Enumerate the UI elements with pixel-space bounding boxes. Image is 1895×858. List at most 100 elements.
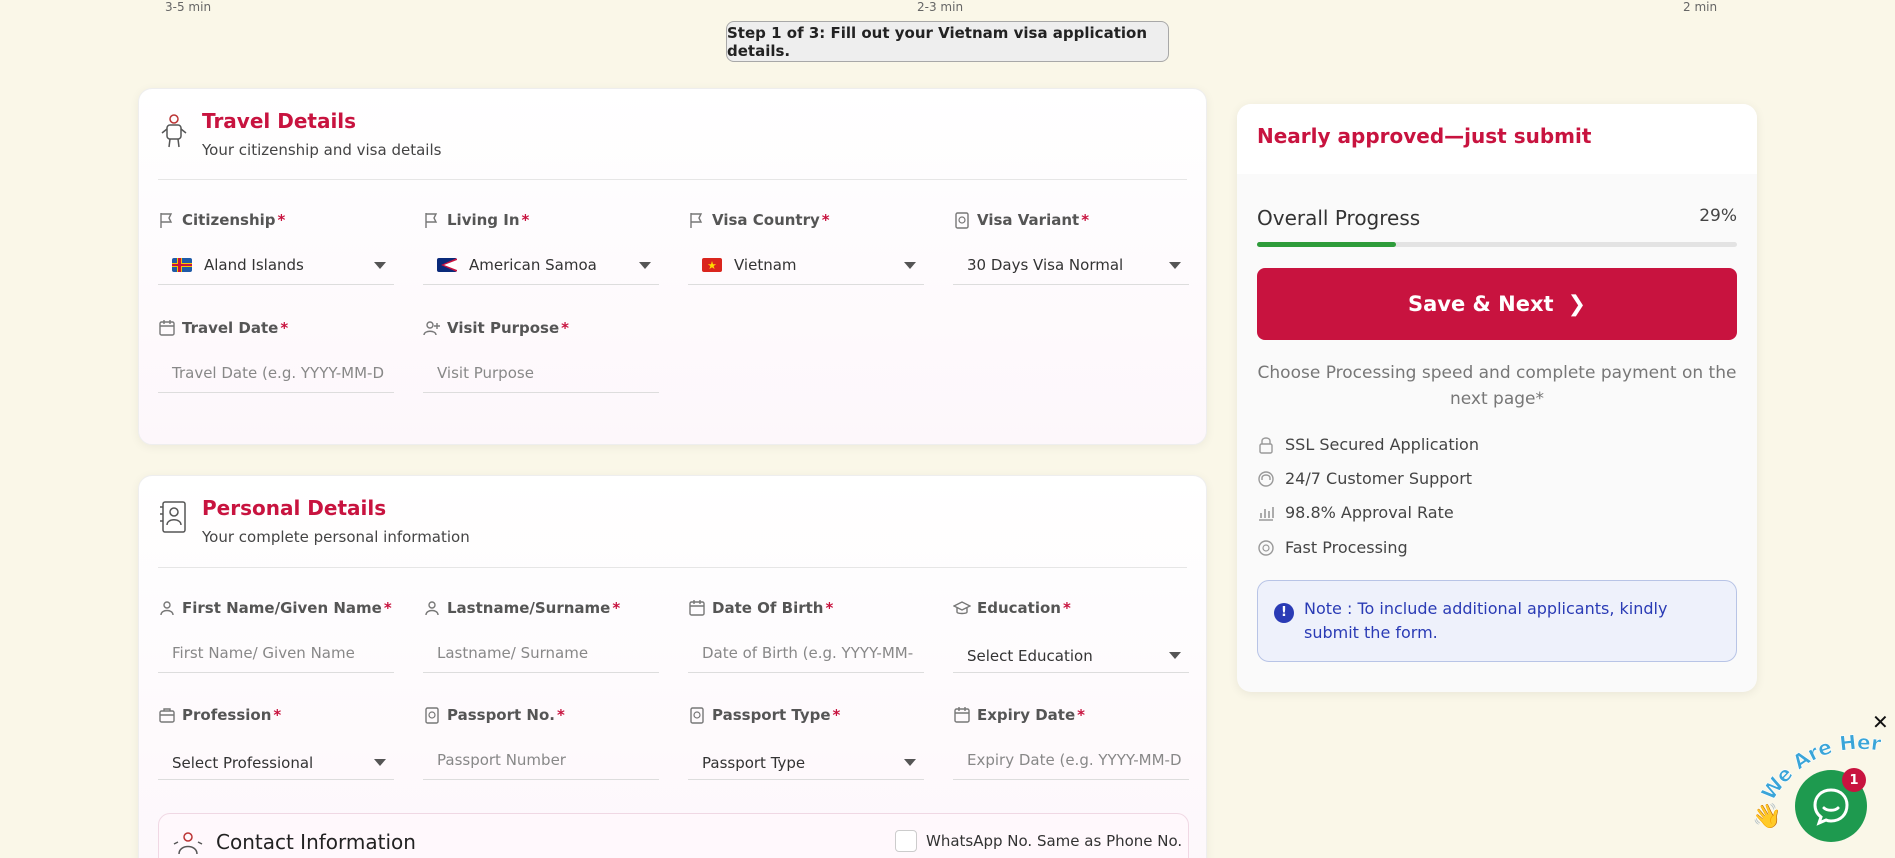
passport-type-select[interactable]: Passport Type [688,746,924,780]
personal-details-subtitle: Your complete personal information [202,528,470,546]
step-indicator: Step 1 of 3: Fill out your Vietnam visa … [726,21,1169,62]
visa-variant-select[interactable]: 30 Days Visa Normal [953,245,1189,285]
feature-fast-label: Fast Processing [1285,538,1408,557]
chevron-down-icon [904,262,916,269]
education-label: Education [977,599,1061,617]
passport-type-label: Passport Type [712,706,831,724]
progress-row: Overall Progress 29% [1257,206,1737,230]
passport-no-label: Passport No. [447,706,555,724]
expiry-date-input[interactable]: Expiry Date (e.g. YYYY-MM-D [953,740,1189,780]
required-mark: * [273,706,282,724]
chat-icon [1813,788,1849,826]
feature-support: 24/7 Customer Support [1257,469,1472,488]
chat-close-icon[interactable]: ✕ [1872,710,1889,734]
feature-ssl: SSL Secured Application [1257,435,1479,454]
feature-approval-label: 98.8% Approval Rate [1285,503,1454,522]
required-mark: * [1062,599,1071,617]
chevron-down-icon [639,262,651,269]
passport-icon [690,707,704,724]
visit-purpose-label: Visit Purpose [447,319,560,337]
save-next-button[interactable]: Save & Next ❯ [1257,268,1737,340]
last-name-input[interactable]: Lastname/ Surname [423,633,659,673]
user-plus-icon [423,321,440,336]
profession-select[interactable]: Select Professional [158,746,394,780]
graduation-cap-icon [953,601,971,615]
dob-input[interactable]: Date of Birth (e.g. YYYY-MM- [688,633,924,673]
user-icon [425,601,439,616]
required-mark: * [825,599,834,617]
traveler-icon [161,114,187,148]
required-mark: * [821,211,830,229]
dob-field: Date Of Birth * Date of Birth (e.g. YYYY-… [688,599,924,673]
personal-details-header: Personal Details Your complete personal … [158,496,470,546]
feature-approval: 98.8% Approval Rate [1257,503,1454,522]
whatsapp-same-checkbox[interactable] [895,830,917,852]
applicants-note: ! Note : To include additional applicant… [1257,580,1737,662]
dob-label: Date Of Birth [712,599,824,617]
passport-icon [955,212,969,229]
personal-details-card: Personal Details Your complete personal … [138,475,1207,858]
visa-country-select[interactable]: Vietnam [688,245,924,285]
education-value: Select Education [967,646,1093,665]
travel-details-title: Travel Details [202,109,357,133]
education-select[interactable]: Select Education [953,639,1189,673]
first-name-input[interactable]: First Name/ Given Name [158,633,394,673]
visa-country-label: Visa Country [712,211,820,229]
visa-country-field: Visa Country * Vietnam [688,211,924,285]
user-icon [160,601,174,616]
chevron-down-icon [904,759,916,766]
last-name-label: Lastname/Surname [447,599,611,617]
timeline-label-right: 2 min [1683,0,1718,14]
chevron-down-icon [374,759,386,766]
personal-divider [158,567,1187,568]
visa-variant-field: Visa Variant * 30 Days Visa Normal [953,211,1189,285]
processing-note: Choose Processing speed and complete pay… [1257,363,1737,409]
passport-icon [425,707,439,724]
chevron-down-icon [1169,262,1181,269]
visa-variant-label: Visa Variant [977,211,1080,229]
required-mark: * [277,211,286,229]
flag-icon [690,213,703,228]
living-in-label: Living In [447,211,520,229]
travel-divider [158,179,1187,180]
summary-panel: Nearly approved—just submit Overall Prog… [1237,104,1757,692]
visa-variant-value: 30 Days Visa Normal [967,255,1124,274]
travel-date-label: Travel Date [182,319,279,337]
travel-date-input[interactable]: Travel Date (e.g. YYYY-MM-D [158,353,394,393]
timeline-label-center: 2-3 min [917,0,964,14]
vietnam-flag-icon [702,257,722,272]
passport-no-input[interactable]: Passport Number [423,740,659,780]
living-in-select[interactable]: American Samoa [423,245,659,285]
timeline-label-left: 3-5 min [165,0,212,14]
contact-information-section: Contact Information WhatsApp No. Same as… [158,813,1189,858]
education-field: Education * Select Education [953,599,1189,673]
aland-flag-icon [172,257,192,272]
chevron-right-icon: ❯ [1567,291,1586,317]
american-samoa-flag-icon [437,257,457,272]
contact-icon [173,832,203,855]
first-name-label: First Name/Given Name [182,599,382,617]
passport-no-field: Passport No. * Passport Number [423,706,659,780]
id-card-icon [160,501,186,533]
living-in-field: Living In * American Samoa [423,211,659,285]
feature-fast: Fast Processing [1257,538,1408,557]
chevron-down-icon [1169,652,1181,659]
expiry-date-field: Expiry Date * Expiry Date (e.g. YYYY-MM-D [953,706,1189,780]
citizenship-select[interactable]: Aland Islands [158,245,394,285]
travel-date-field: Travel Date * Travel Date (e.g. YYYY-MM-D [158,319,394,393]
calendar-icon [159,320,175,336]
travel-details-card: Travel Details Your citizenship and visa… [138,88,1207,445]
visit-purpose-input[interactable]: Visit Purpose [423,353,659,393]
progress-percent: 29% [1699,206,1737,226]
flag-icon [425,213,438,228]
profession-value: Select Professional [172,753,314,772]
citizenship-label: Citizenship [182,211,276,229]
info-icon: ! [1274,603,1294,623]
chevron-down-icon [374,262,386,269]
required-mark: * [383,599,392,617]
required-mark: * [1081,211,1090,229]
progress-bar [1257,242,1737,247]
required-mark: * [612,599,621,617]
required-mark: * [561,319,570,337]
travel-details-subtitle: Your citizenship and visa details [202,141,442,159]
